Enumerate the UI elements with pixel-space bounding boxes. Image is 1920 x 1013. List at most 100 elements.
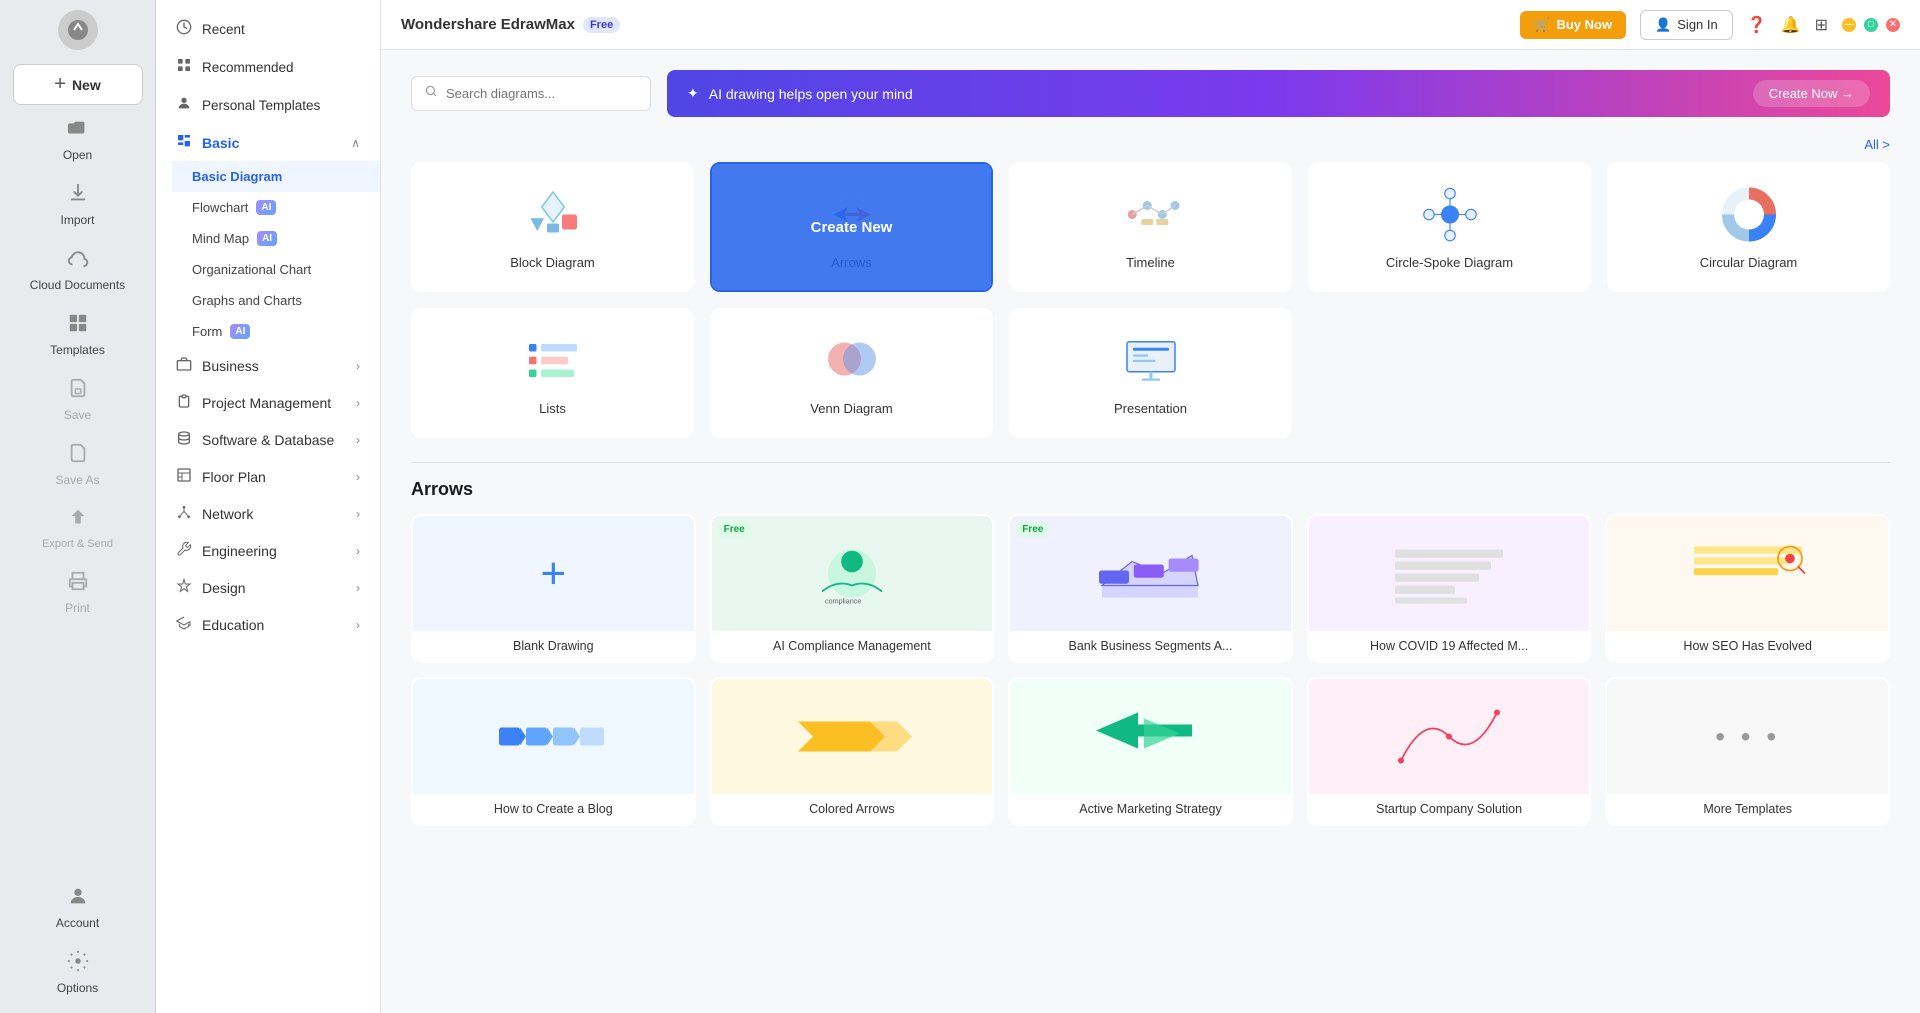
free-tag-compliance: Free: [718, 522, 751, 537]
sidebar-item-account[interactable]: Account: [13, 877, 143, 938]
business-icon: [176, 356, 192, 375]
app-title: Wondershare EdrawMax: [401, 16, 575, 33]
more-dots: • • •: [1715, 721, 1780, 753]
sidebar-section-engineering[interactable]: Engineering ›: [156, 532, 380, 569]
clock-icon: [176, 19, 192, 39]
arrows-section-title: Arrows: [411, 479, 1890, 500]
template-colored[interactable]: Colored Arrows: [710, 677, 995, 826]
blank-thumb: +: [413, 516, 694, 631]
template-blank[interactable]: + Blank Drawing: [411, 514, 696, 663]
template-bank[interactable]: Free Bank Business Segments A...: [1008, 514, 1293, 663]
search-icon: [424, 84, 438, 103]
sidebar-item-options[interactable]: Options: [13, 942, 143, 1003]
apps-icon[interactable]: ⊞: [1815, 15, 1828, 35]
sidebar-section-software[interactable]: Software & Database ›: [156, 421, 380, 458]
plus-icon: +: [54, 73, 66, 96]
sidebar-item-save[interactable]: Save: [13, 369, 143, 430]
user-icon: 👤: [1655, 17, 1671, 33]
template-covid[interactable]: How COVID 19 Affected M...: [1307, 514, 1592, 663]
blog-thumb: [413, 679, 694, 794]
sidebar-section-education[interactable]: Education ›: [156, 606, 380, 643]
search-bar[interactable]: [411, 76, 651, 111]
network-icon: [176, 504, 192, 523]
marketing-thumb: [1010, 679, 1291, 794]
template-more[interactable]: • • • More Templates: [1605, 677, 1890, 826]
chevron-right-software: ›: [356, 433, 360, 447]
sidebar-sub-graphs[interactable]: Graphs and Charts: [172, 285, 380, 316]
circle-spoke-icon: [1420, 185, 1480, 245]
export-icon: [67, 507, 89, 535]
sidebar-section-business[interactable]: Business ›: [156, 347, 380, 384]
template-blog[interactable]: How to Create a Blog: [411, 677, 696, 826]
sidebar-mid-recent[interactable]: Recent: [156, 10, 380, 48]
template-marketing[interactable]: Active Marketing Strategy: [1008, 677, 1293, 826]
minimize-button[interactable]: —: [1842, 18, 1856, 32]
blank-label: Blank Drawing: [413, 631, 694, 661]
template-company[interactable]: Startup Company Solution: [1307, 677, 1592, 826]
sidebar-item-cloud[interactable]: Cloud Documents: [13, 239, 143, 300]
plus-icon-large: +: [540, 549, 566, 599]
diagram-card-block[interactable]: Block Diagram: [411, 162, 694, 292]
sidebar-item-saveas[interactable]: Save As: [13, 434, 143, 495]
project-icon: [176, 393, 192, 412]
top-right-icons: 🛒 Buy Now 👤 Sign In ❓ 🔔 ⊞ — □ ✕: [1520, 10, 1900, 40]
sidebar-section-design[interactable]: Design ›: [156, 569, 380, 606]
template-ai-compliance[interactable]: Free compliance AI Compliance Management: [710, 514, 995, 663]
sidebar-sub-orgchart[interactable]: Organizational Chart: [172, 254, 380, 285]
chevron-right-business: ›: [356, 359, 360, 373]
sidebar-mid-recommended[interactable]: Recommended: [156, 48, 380, 86]
diagram-card-presentation[interactable]: Presentation: [1009, 308, 1292, 438]
sidebar-section-project[interactable]: Project Management ›: [156, 384, 380, 421]
diagram-grid: Block Diagram Arrows Create New: [411, 162, 1890, 438]
sidebar-item-export[interactable]: Export & Send: [13, 499, 143, 558]
create-now-button[interactable]: Create Now →: [1753, 80, 1870, 107]
sidebar-sub-flowchart[interactable]: Flowchart AI: [172, 192, 380, 223]
sidebar-left: + New Open Import Cloud Documents Templa…: [0, 0, 156, 1013]
software-icon: [176, 430, 192, 449]
sidebar-section-network[interactable]: Network ›: [156, 495, 380, 532]
sidebar-item-print[interactable]: Print: [13, 562, 143, 623]
diagram-card-timeline[interactable]: Timeline: [1009, 162, 1292, 292]
engineering-icon: [176, 541, 192, 560]
create-new-overlay[interactable]: Create New: [712, 164, 991, 290]
sidebar-item-templates[interactable]: Templates: [13, 304, 143, 365]
sidebar-sub-basic-diagram[interactable]: Basic Diagram: [172, 161, 380, 192]
buy-now-button[interactable]: 🛒 Buy Now: [1520, 11, 1626, 39]
more-thumb: • • •: [1607, 679, 1888, 794]
gear-icon: [67, 950, 89, 978]
design-icon: [176, 578, 192, 597]
diagram-card-venn[interactable]: Venn Diagram: [710, 308, 993, 438]
sidebar-item-open[interactable]: Open: [13, 109, 143, 170]
help-icon[interactable]: ❓: [1747, 15, 1767, 35]
personal-icon: [176, 95, 192, 115]
sidebar-item-new[interactable]: + New: [13, 64, 143, 105]
sidebar-section-basic[interactable]: Basic ∧: [156, 124, 380, 161]
maximize-button[interactable]: □: [1864, 18, 1878, 32]
sidebar-mid-personal[interactable]: Personal Templates: [156, 86, 380, 124]
sidebar-item-import[interactable]: Import: [13, 174, 143, 235]
grid-icon: [176, 57, 192, 77]
colored-label: Colored Arrows: [712, 794, 993, 824]
sidebar-section-floor[interactable]: Floor Plan ›: [156, 458, 380, 495]
ai-compliance-thumb: Free compliance: [712, 516, 993, 631]
all-link[interactable]: All >: [411, 137, 1890, 152]
covid-thumb: [1309, 516, 1590, 631]
bell-icon[interactable]: 🔔: [1781, 15, 1801, 35]
block-diagram-icon: [523, 185, 583, 245]
sidebar-sub-mindmap[interactable]: Mind Map AI: [172, 223, 380, 254]
divider: [411, 462, 1890, 463]
search-input[interactable]: [446, 86, 638, 101]
sidebar-sub-form[interactable]: Form AI: [172, 316, 380, 347]
circular-icon: [1719, 185, 1779, 245]
sign-in-button[interactable]: 👤 Sign In: [1640, 10, 1733, 40]
diagram-card-lists[interactable]: Lists: [411, 308, 694, 438]
title-section: Wondershare EdrawMax Free: [401, 16, 620, 33]
template-seo[interactable]: How SEO Has Evolved: [1605, 514, 1890, 663]
close-button[interactable]: ✕: [1886, 18, 1900, 32]
diagram-card-circular[interactable]: Circular Diagram: [1607, 162, 1890, 292]
diagram-card-arrows[interactable]: Arrows Create New: [710, 162, 993, 292]
chevron-right-project: ›: [356, 396, 360, 410]
templates-icon: [67, 312, 89, 340]
diagram-card-circle-spoke[interactable]: Circle-Spoke Diagram: [1308, 162, 1591, 292]
floor-icon: [176, 467, 192, 486]
